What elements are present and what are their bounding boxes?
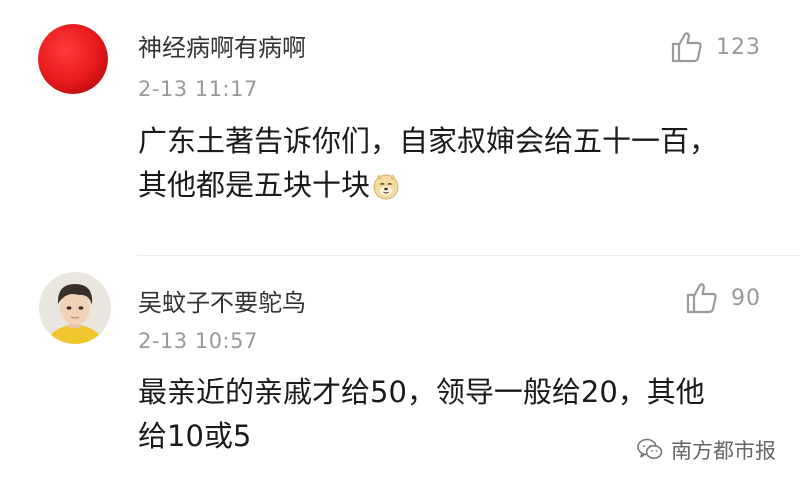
doge-emoji-icon (373, 174, 399, 200)
comment-text: 广东土著告诉你们，自家叔婶会给五十一百， 其他都是五块十块 (138, 119, 718, 207)
comment-text-line: 最亲近的亲戚才给50，领导一般给20，其他 (138, 375, 705, 409)
red-circle-avatar-icon (38, 24, 108, 94)
comment-item: 神经病啊有病啊 2-13 11:17 123 广东土著告诉你们，自家叔婶会给五十… (0, 0, 800, 255)
thumbs-up-icon (686, 283, 717, 314)
like-button[interactable]: 90 (685, 281, 761, 315)
username[interactable]: 吴蚊子不要鸵鸟 (138, 283, 306, 318)
comment-text-line-content: 其他都是五块十块 (138, 168, 371, 202)
comment-text-line-2: 给10或5 (138, 419, 252, 453)
thumbs-up-icon (671, 32, 702, 63)
like-count: 90 (731, 285, 761, 311)
avatar[interactable] (39, 272, 111, 344)
like-button[interactable]: 123 (670, 30, 761, 64)
boy-portrait-avatar-icon (39, 272, 111, 344)
wechat-icon (637, 438, 663, 459)
timestamp: 2-13 10:57 (138, 329, 258, 353)
avatar[interactable] (38, 24, 108, 94)
source-watermark: 南方都市报 (637, 435, 776, 465)
comment-text-line-2: 其他都是五块十块 (138, 163, 718, 207)
username[interactable]: 神经病啊有病啊 (138, 28, 306, 63)
comment-text: 最亲近的亲戚才给50，领导一般给20，其他 给10或5 (138, 370, 705, 458)
watermark-label: 南方都市报 (671, 439, 776, 463)
timestamp: 2-13 11:17 (138, 77, 258, 101)
like-count: 123 (716, 34, 761, 60)
comment-feed: 神经病啊有病啊 2-13 11:17 123 广东土著告诉你们，自家叔婶会给五十… (0, 0, 800, 487)
comment-text-line: 广东土著告诉你们，自家叔婶会给五十一百， (138, 124, 719, 158)
